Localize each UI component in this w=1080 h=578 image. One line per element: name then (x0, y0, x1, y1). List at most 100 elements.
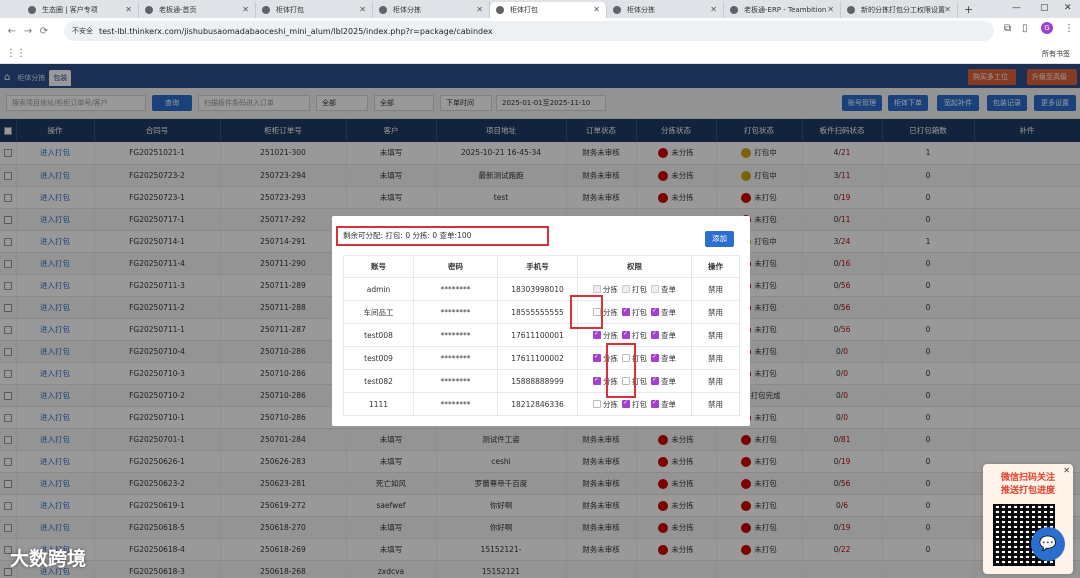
highlight-pack-permission (606, 343, 636, 398)
account-cell: admin (343, 277, 414, 301)
disable-button[interactable]: 禁用 (691, 323, 740, 347)
permission-item[interactable]: 打包 (622, 307, 647, 318)
permission-checkbox[interactable] (593, 376, 601, 385)
permission-label: 分拣 (603, 307, 618, 317)
tab-favicon-icon (847, 6, 855, 14)
minimize-icon[interactable]: — (1012, 3, 1021, 13)
permission-checkbox[interactable] (622, 285, 630, 293)
disable-button[interactable]: 禁用 (691, 300, 740, 324)
permission-item[interactable]: 打包 (622, 330, 647, 341)
permission-checkbox[interactable] (622, 307, 630, 316)
permission-item[interactable]: 查单 (651, 353, 676, 364)
permission-checkbox[interactable] (651, 330, 659, 339)
disable-button[interactable]: 禁用 (691, 277, 740, 301)
bookmarks-bar: ⋮⋮ 所有书签 (0, 44, 1080, 64)
permission-item[interactable]: 分拣 (593, 330, 618, 341)
permission-item[interactable]: 查单 (651, 399, 676, 410)
browser-tab-label: 老板通-ERP - Teambition (744, 6, 827, 14)
password-cell: ******** (413, 277, 498, 301)
password-cell: ******** (413, 369, 498, 393)
modal-column-header: 操作 (691, 255, 740, 278)
permission-label: 查单 (661, 399, 676, 409)
tab-close-icon[interactable]: ✕ (359, 5, 366, 14)
browser-tab-label: 柜体分拣 (627, 6, 655, 14)
permission-item[interactable]: 分拣 (593, 399, 618, 410)
permission-checkbox[interactable] (593, 400, 601, 408)
forward-icon[interactable]: → (20, 26, 36, 37)
new-tab-button[interactable]: + (964, 3, 973, 16)
browser-tab[interactable]: 老板通-ERP - Teambition ✕ (724, 2, 841, 18)
back-icon[interactable]: ← (4, 26, 20, 37)
browser-tab[interactable]: 新的分拣打包分工权限设置 ✕ (841, 2, 958, 18)
browser-tab[interactable]: 柜体打包 ✕ (256, 2, 373, 18)
permission-checkbox[interactable] (651, 376, 659, 385)
tab-close-icon[interactable]: ✕ (125, 5, 132, 14)
tab-close-icon[interactable]: ✕ (827, 5, 834, 14)
permission-item[interactable]: 分拣 (593, 284, 618, 295)
permission-item[interactable]: 查单 (651, 376, 676, 387)
browser-tab-bar: 生态圈 | 客户专项 ✕ 老板通-首页 ✕ 柜体打包 ✕ 柜体分拣 ✕ 柜体打包 ✕ 柜体分拣 ✕ 老板… (0, 0, 1080, 18)
widget-close-icon[interactable]: ✕ (1063, 466, 1070, 475)
modal-column-header: 账号 (343, 255, 414, 278)
tab-favicon-icon (145, 6, 153, 14)
disable-button[interactable]: 禁用 (691, 369, 740, 393)
widget-title-1: 微信扫码关注 (1000, 473, 1055, 483)
disable-button[interactable]: 禁用 (691, 346, 740, 370)
apps-grid-icon[interactable]: ⋮⋮ (6, 48, 26, 59)
permission-item[interactable]: 打包 (622, 284, 647, 295)
browser-tab[interactable]: 柜体分拣 ✕ (373, 2, 490, 18)
account-cell: test009 (343, 346, 414, 370)
highlight-sort-permission (570, 295, 603, 329)
insecure-badge: 不安全 (72, 27, 93, 35)
disable-button[interactable]: 禁用 (691, 392, 740, 416)
password-cell: ******** (413, 392, 498, 416)
browser-tab-label: 柜体分拣 (393, 6, 421, 14)
url-bar[interactable]: 不安全 test-lbl.thinkerx.com/jishubusaomada… (64, 21, 994, 41)
permission-label: 分拣 (603, 399, 618, 409)
account-modal: 剩余可分配: 打包: 0 分拣: 0 查单:100 添加 账号 密码 手机号 权限 操作… (332, 216, 750, 426)
permission-checkbox[interactable] (622, 399, 630, 408)
permission-item[interactable]: 查单 (651, 284, 676, 295)
account-cell: 车间品工 (343, 300, 414, 324)
reload-icon[interactable]: ⟳ (36, 26, 52, 37)
permission-checkbox[interactable] (593, 330, 601, 339)
extensions-icon[interactable]: ⧉ (1004, 23, 1011, 34)
menu-icon[interactable]: ⋮ (1064, 23, 1074, 34)
close-window-icon[interactable]: ✕ (1064, 3, 1072, 13)
permission-checkbox[interactable] (651, 399, 659, 408)
sidebar-icon[interactable]: ▯ (1022, 23, 1028, 34)
add-account-button[interactable]: 添加 (705, 231, 734, 247)
permission-checkbox[interactable] (593, 353, 601, 362)
permission-checkbox[interactable] (622, 330, 630, 339)
permission-item[interactable]: 打包 (622, 399, 647, 410)
tab-close-icon[interactable]: ✕ (242, 5, 249, 14)
browser-tab[interactable]: 柜体打包 ✕ (490, 2, 607, 18)
permission-checkbox[interactable] (651, 353, 659, 362)
permission-item[interactable]: 查单 (651, 330, 676, 341)
browser-tab[interactable]: 老板通-首页 ✕ (139, 2, 256, 18)
permission-item[interactable]: 查单 (651, 307, 676, 318)
browser-tab[interactable]: 生态圈 | 客户专项 ✕ (22, 2, 139, 18)
account-row: 车间品工********18555555555 分拣 打包 查单 禁用 (343, 300, 740, 324)
tab-close-icon[interactable]: ✕ (710, 5, 717, 14)
chat-icon[interactable]: 💬 (1031, 527, 1065, 561)
permission-checkbox[interactable] (593, 285, 601, 293)
permission-label: 查单 (661, 284, 676, 294)
browser-tab-label: 柜体打包 (276, 6, 304, 14)
phone-cell: 17611100002 (497, 346, 578, 370)
permission-checkbox[interactable] (651, 307, 659, 316)
permission-checkbox[interactable] (651, 285, 659, 293)
tab-close-icon[interactable]: ✕ (944, 5, 951, 14)
address-bar-row: ← → ⟳ 不安全 test-lbl.thinkerx.com/jishubus… (0, 18, 1080, 44)
browser-tab[interactable]: 柜体分拣 ✕ (607, 2, 724, 18)
phone-cell: 18303998010 (497, 277, 578, 301)
permission-label: 打包 (632, 330, 647, 340)
password-cell: ******** (413, 346, 498, 370)
tab-close-icon[interactable]: ✕ (476, 5, 483, 14)
tab-favicon-icon (262, 6, 270, 14)
maximize-icon[interactable]: ▢ (1040, 3, 1049, 13)
account-table: 账号 密码 手机号 权限 操作 admin ******** 18303998010 分拣 打包… (343, 255, 740, 416)
all-bookmarks-label[interactable]: 所有书签 (1042, 49, 1070, 59)
profile-avatar[interactable]: G (1041, 22, 1053, 34)
tab-close-icon[interactable]: ✕ (593, 5, 600, 14)
